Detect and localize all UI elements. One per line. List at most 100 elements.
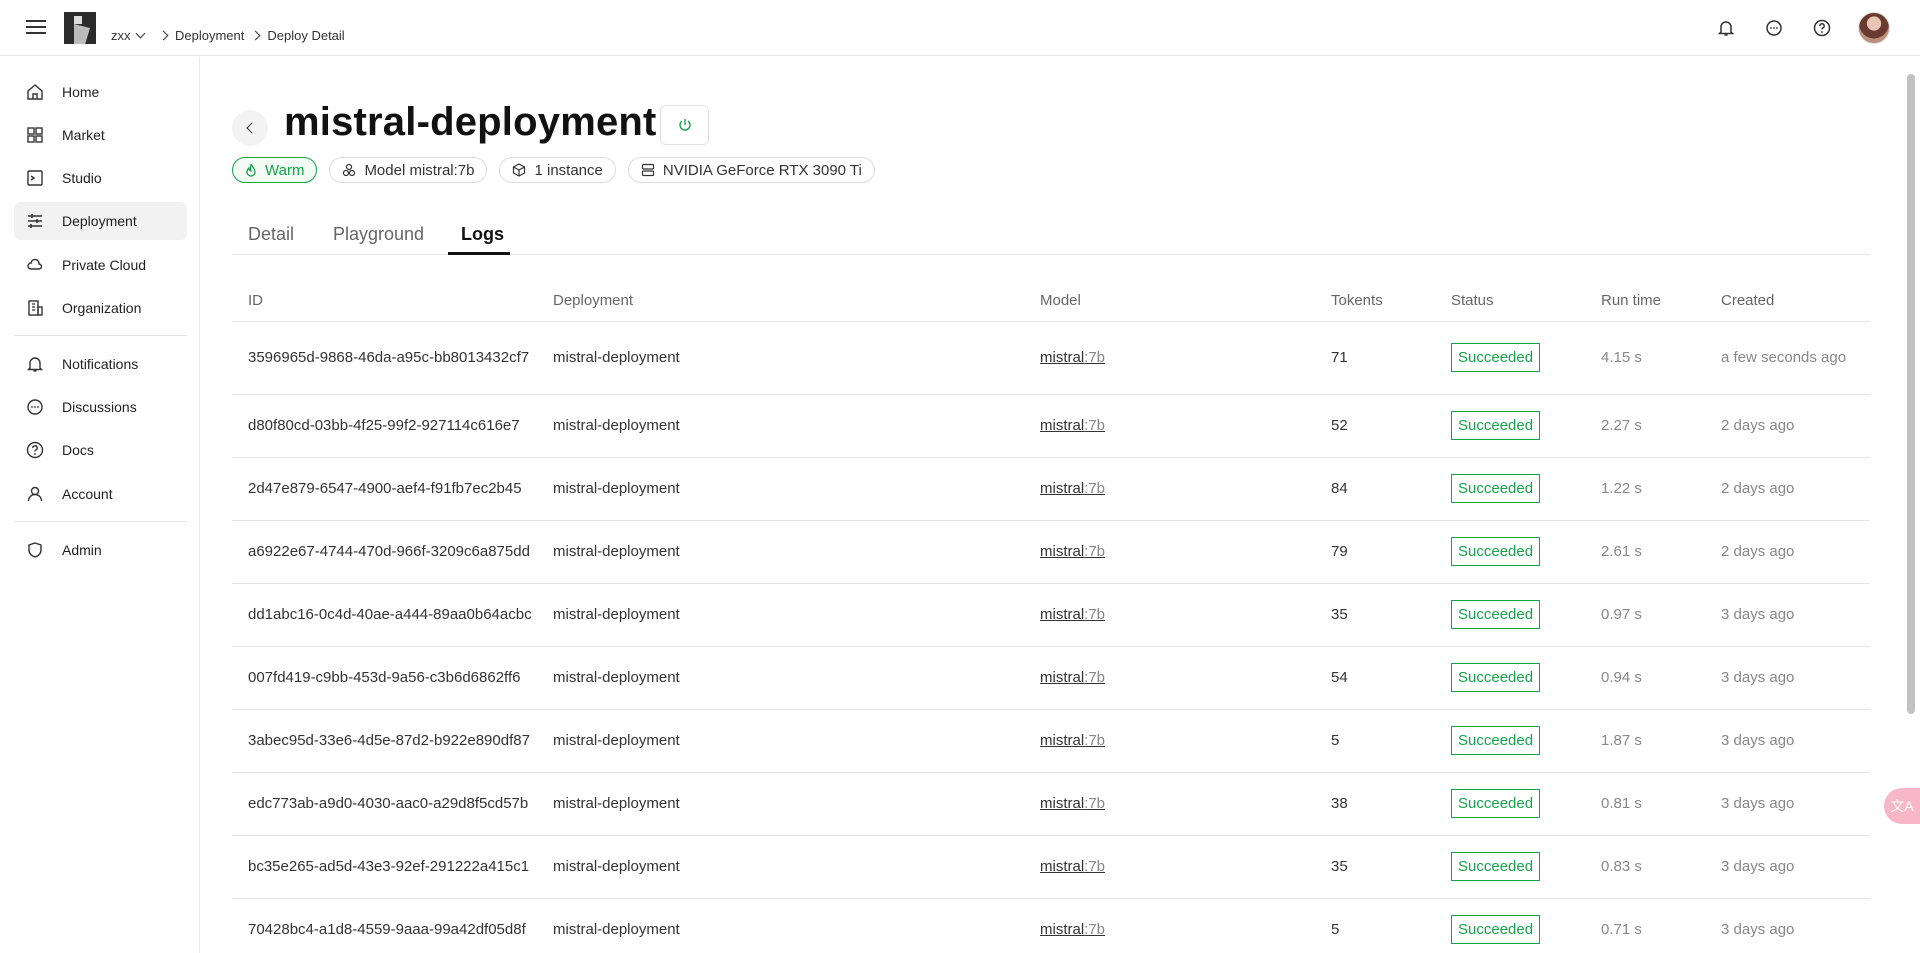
deployment-name: mistral-deployment bbox=[553, 898, 1040, 953]
chat-icon bbox=[26, 398, 44, 416]
status-cell: Succeeded bbox=[1451, 394, 1601, 458]
sidebar-item-market[interactable]: Market bbox=[14, 116, 187, 154]
page-title: mistral-deployment bbox=[284, 100, 657, 144]
deployment-tags: Warm Model mistral:7b 1 instance NVIDIA … bbox=[232, 157, 875, 183]
table-row[interactable]: edc773ab-a9d0-4030-aac0-a29d8f5cd57b mist… bbox=[232, 772, 1870, 836]
sidebar-item-admin[interactable]: Admin bbox=[14, 531, 187, 569]
table-row[interactable]: 3596965d-9868-46da-a95c-bb8013432cf7 mist… bbox=[232, 321, 1870, 395]
sidebar-item-home[interactable]: Home bbox=[14, 73, 187, 111]
sidebar-item-studio[interactable]: Studio bbox=[14, 159, 187, 197]
deployment-name: mistral-deployment bbox=[553, 583, 1040, 647]
cloud-icon bbox=[26, 256, 44, 274]
sidebar-item-organization[interactable]: Organization bbox=[14, 289, 187, 327]
sidebar-divider bbox=[14, 521, 187, 522]
table-row[interactable]: bc35e265-ad5d-43e3-92ef-291222a415c1 mist… bbox=[232, 835, 1870, 899]
model-link[interactable]: mistral:7b bbox=[1040, 858, 1105, 875]
model-tag: Model mistral:7b bbox=[329, 157, 488, 183]
box-icon bbox=[513, 163, 526, 177]
table-row[interactable]: 3abec95d-33e6-4d5e-87d2-b922e890df87 mist… bbox=[232, 709, 1870, 773]
status-cell: Succeeded bbox=[1451, 583, 1601, 647]
bell-icon[interactable] bbox=[1714, 16, 1738, 40]
active-tab-indicator bbox=[448, 252, 510, 255]
tab-logs[interactable]: Logs bbox=[461, 224, 504, 245]
chevron-right-icon bbox=[158, 30, 169, 41]
scroll-thumb[interactable] bbox=[1907, 74, 1915, 714]
sidebar-item-private-cloud[interactable]: Private Cloud bbox=[14, 246, 187, 284]
status-badge: Warm bbox=[232, 157, 318, 183]
table-row[interactable]: 2d47e879-6547-4900-aef4-f91fb7ec2b45 mist… bbox=[232, 457, 1870, 521]
model-link[interactable]: mistral:7b bbox=[1040, 349, 1105, 366]
model-link[interactable]: mistral:7b bbox=[1040, 921, 1105, 938]
model-cell: mistral:7b bbox=[1040, 709, 1331, 773]
column-header-status: Status bbox=[1451, 280, 1601, 322]
column-header-tokens: Tokents bbox=[1331, 280, 1451, 322]
created-time: 2 days ago bbox=[1721, 520, 1870, 584]
log-id: dd1abc16-0c4d-40ae-a444-89aa0b64acbc bbox=[232, 583, 553, 647]
status-cell: Succeeded bbox=[1451, 646, 1601, 710]
run-time: 0.94 s bbox=[1601, 646, 1721, 710]
model-link[interactable]: mistral:7b bbox=[1040, 606, 1105, 623]
flame-icon bbox=[246, 163, 256, 177]
sidebar-item-deployment[interactable]: Deployment bbox=[14, 202, 187, 240]
model-name: mistral bbox=[1040, 921, 1085, 938]
tab-detail[interactable]: Detail bbox=[248, 224, 294, 245]
model-link[interactable]: mistral:7b bbox=[1040, 543, 1105, 560]
model-link[interactable]: mistral:7b bbox=[1040, 480, 1105, 497]
status-badge: Succeeded bbox=[1451, 915, 1541, 944]
chevron-down-icon bbox=[135, 28, 145, 39]
menu-icon[interactable] bbox=[24, 16, 48, 40]
table-header-row: ID Deployment Model Tokents Status Run t… bbox=[232, 280, 1870, 322]
power-button[interactable] bbox=[660, 105, 709, 145]
home-icon bbox=[26, 83, 44, 101]
run-time: 0.97 s bbox=[1601, 583, 1721, 647]
help-icon[interactable] bbox=[1810, 16, 1834, 40]
table-row[interactable]: 007fd419-c9bb-453d-9a56-c3b6d6862ff6 mist… bbox=[232, 646, 1870, 710]
table-row[interactable]: 70428bc4-a1d8-4559-9aaa-99a42df05d8f mist… bbox=[232, 898, 1870, 953]
deployment-name: mistral-deployment bbox=[553, 646, 1040, 710]
sidebar-item-docs[interactable]: Docs bbox=[14, 431, 187, 469]
model-name: mistral bbox=[1040, 606, 1085, 623]
table-row[interactable]: d80f80cd-03bb-4f25-99f2-927114c616e7 mist… bbox=[232, 394, 1870, 458]
user-icon bbox=[26, 485, 44, 503]
breadcrumb-deployment[interactable]: Deployment bbox=[175, 28, 244, 43]
power-icon bbox=[678, 119, 691, 131]
sidebar-item-label: Home bbox=[62, 84, 100, 100]
sidebar-item-notifications[interactable]: Notifications bbox=[14, 345, 187, 383]
server-icon bbox=[641, 163, 654, 177]
created-time: 3 days ago bbox=[1721, 772, 1870, 836]
model-name: mistral bbox=[1040, 543, 1085, 560]
model-link[interactable]: mistral:7b bbox=[1040, 732, 1105, 749]
model-link[interactable]: mistral:7b bbox=[1040, 669, 1105, 686]
table-row[interactable]: a6922e67-4744-470d-966f-3209c6a875dd mist… bbox=[232, 520, 1870, 584]
tab-bar: Detail Playground Logs bbox=[232, 216, 1870, 255]
status-badge: Succeeded bbox=[1451, 600, 1541, 629]
avatar[interactable] bbox=[1858, 12, 1890, 44]
back-button[interactable] bbox=[232, 110, 268, 146]
chat-icon[interactable] bbox=[1762, 16, 1786, 40]
run-time: 4.15 s bbox=[1601, 321, 1721, 395]
model-name: mistral bbox=[1040, 480, 1085, 497]
logs-table: ID Deployment Model Tokents Status Run t… bbox=[232, 280, 1870, 953]
chevron-right-icon bbox=[250, 30, 261, 41]
model-version: :7b bbox=[1084, 858, 1106, 875]
deployment-name: mistral-deployment bbox=[553, 321, 1040, 395]
org-switcher[interactable]: zxx bbox=[111, 28, 145, 43]
table-row[interactable]: dd1abc16-0c4d-40ae-a444-89aa0b64acbc mist… bbox=[232, 583, 1870, 647]
status-cell: Succeeded bbox=[1451, 835, 1601, 899]
log-id: 3596965d-9868-46da-a95c-bb8013432cf7 bbox=[232, 321, 553, 395]
translate-button[interactable]: 文A bbox=[1884, 788, 1920, 824]
building-icon bbox=[26, 299, 44, 317]
sidebar-item-account[interactable]: Account bbox=[14, 475, 187, 513]
breadcrumb-deploy-detail: Deploy Detail bbox=[267, 28, 345, 43]
model-version: :7b bbox=[1084, 732, 1106, 749]
sidebar-item-label: Studio bbox=[62, 170, 102, 186]
log-id: 2d47e879-6547-4900-aef4-f91fb7ec2b45 bbox=[232, 457, 553, 521]
model-link[interactable]: mistral:7b bbox=[1040, 795, 1105, 812]
deployment-name: mistral-deployment bbox=[553, 394, 1040, 458]
created-time: 3 days ago bbox=[1721, 646, 1870, 710]
model-link[interactable]: mistral:7b bbox=[1040, 417, 1105, 434]
tab-playground[interactable]: Playground bbox=[333, 224, 424, 245]
model-cell: mistral:7b bbox=[1040, 321, 1331, 395]
logo[interactable] bbox=[64, 12, 96, 44]
sidebar-item-discussions[interactable]: Discussions bbox=[14, 388, 187, 426]
